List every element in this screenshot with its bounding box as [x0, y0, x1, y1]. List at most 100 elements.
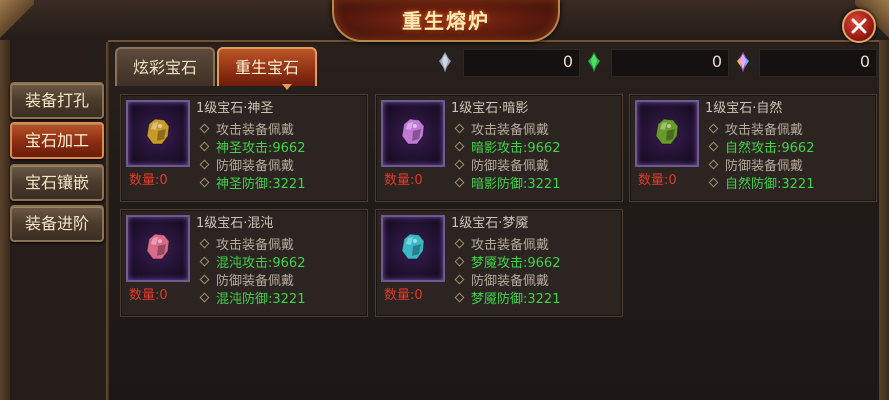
gem-icon — [146, 118, 170, 145]
rainbow-crystal-count: 0 — [859, 52, 870, 71]
gem-attack-stat: 自然攻击:9662 — [708, 137, 815, 156]
gem-equip-attack: 攻击装备佩戴 — [454, 119, 550, 138]
bullet-icon — [199, 177, 210, 188]
bullet-icon — [454, 238, 465, 249]
tab-colorful-gems[interactable]: 炫彩宝石 — [115, 47, 215, 86]
silver-crystal-icon — [439, 52, 451, 72]
gem-defense-stat: 自然防御:3221 — [708, 173, 815, 192]
gem-card[interactable]: 数量:0 1级宝石·神圣 攻击装备佩戴 神圣攻击:9662 防御装备佩戴 神圣防… — [120, 94, 368, 202]
silver-crystal-count: 0 — [562, 52, 573, 71]
bullet-icon — [454, 141, 465, 152]
gem-attack-stat-text: 梦魇攻击:9662 — [471, 256, 561, 271]
gem-defense-stat: 梦魇防御:3221 — [454, 288, 561, 307]
window-title: 重生熔炉 — [402, 9, 490, 33]
close-button[interactable] — [842, 9, 876, 43]
gem-card[interactable]: 数量:0 1级宝石·暗影 攻击装备佩戴 暗影攻击:9662 防御装备佩戴 暗影防… — [375, 94, 623, 202]
gem-name: 1级宝石·自然 — [705, 101, 783, 116]
gem-attack-stat: 神圣攻击:9662 — [199, 137, 306, 156]
gem-card[interactable]: 数量:0 1级宝石·混沌 攻击装备佩戴 混沌攻击:9662 防御装备佩戴 混沌防… — [120, 209, 368, 317]
active-tab-pointer — [282, 84, 292, 90]
bullet-icon — [199, 159, 210, 170]
gem-equip-attack-text: 攻击装备佩戴 — [471, 238, 550, 253]
gem-equip-defense: 防御装备佩戴 — [708, 155, 804, 174]
gem-defense-stat: 暗影防御:3221 — [454, 173, 561, 192]
bullet-icon — [454, 274, 465, 285]
gem-equip-attack: 攻击装备佩戴 — [708, 119, 803, 138]
gem-slot[interactable] — [126, 100, 190, 167]
gem-icon — [146, 233, 170, 260]
gem-attack-stat: 梦魇攻击:9662 — [454, 252, 561, 271]
gem-equip-attack: 攻击装备佩戴 — [199, 234, 295, 253]
gem-defense-stat-text: 梦魇防御:3221 — [471, 292, 561, 307]
gem-defense-stat: 混沌防御:3221 — [199, 288, 306, 307]
bullet-icon — [454, 177, 465, 188]
bullet-icon — [708, 141, 719, 152]
bullet-icon — [454, 292, 465, 303]
gem-equip-attack: 攻击装备佩戴 — [199, 119, 295, 138]
title-plate: 重生熔炉 — [332, 0, 560, 42]
gem-defense-stat-text: 混沌防御:3221 — [216, 292, 306, 307]
gem-name: 1级宝石·混沌 — [196, 216, 274, 231]
gem-equip-attack-text: 攻击装备佩戴 — [471, 123, 550, 138]
gem-quantity: 数量:0 — [129, 173, 168, 188]
bullet-icon — [199, 141, 210, 152]
gem-card[interactable]: 数量:0 1级宝石·梦魇 攻击装备佩戴 梦魇攻击:9662 防御装备佩戴 梦魇防… — [375, 209, 623, 317]
gem-equip-defense-text: 防御装备佩戴 — [471, 159, 550, 174]
gem-quantity: 数量:0 — [638, 173, 677, 188]
gem-slot[interactable] — [381, 215, 445, 282]
gem-attack-stat-text: 自然攻击:9662 — [725, 141, 815, 156]
left-frame — [0, 40, 10, 400]
sidebar-item-gem-inlay[interactable]: 宝石镶嵌 — [10, 164, 104, 201]
gem-slot[interactable] — [126, 215, 190, 282]
gem-equip-attack: 攻击装备佩戴 — [454, 234, 550, 253]
gem-attack-stat: 混沌攻击:9662 — [199, 252, 306, 271]
gem-quantity: 数量:0 — [384, 173, 423, 188]
bullet-icon — [708, 123, 719, 134]
gem-icon — [401, 118, 425, 145]
gem-attack-stat-text: 神圣攻击:9662 — [216, 141, 306, 156]
gem-equip-defense: 防御装备佩戴 — [454, 155, 550, 174]
gem-slot[interactable] — [635, 100, 699, 167]
gem-icon — [655, 118, 679, 145]
gem-equip-attack-text: 攻击装备佩戴 — [216, 123, 295, 138]
gem-slot[interactable] — [381, 100, 445, 167]
sidebar-item-drill[interactable]: 装备打孔 — [10, 82, 104, 119]
gem-attack-stat-text: 混沌攻击:9662 — [216, 256, 306, 271]
bullet-icon — [199, 238, 210, 249]
gem-icon — [401, 233, 425, 260]
silver-crystal-counter: 0 — [463, 49, 580, 77]
gem-defense-stat-text: 自然防御:3221 — [725, 177, 815, 192]
gem-attack-stat-text: 暗影攻击:9662 — [471, 141, 561, 156]
gem-quantity: 数量:0 — [129, 288, 168, 303]
gem-equip-defense-text: 防御装备佩戴 — [725, 159, 804, 174]
bullet-icon — [708, 177, 719, 188]
rainbow-crystal-counter: 0 — [759, 49, 877, 77]
sidebar-divider — [106, 42, 109, 400]
gem-attack-stat: 暗影攻击:9662 — [454, 137, 561, 156]
tab-rebirth-gems[interactable]: 重生宝石 — [217, 47, 317, 86]
sidebar-item-equip-advance[interactable]: 装备进阶 — [10, 205, 104, 242]
gem-equip-defense-text: 防御装备佩戴 — [216, 159, 295, 174]
rainbow-crystal-icon — [737, 52, 749, 72]
bullet-icon — [199, 256, 210, 267]
bullet-icon — [708, 159, 719, 170]
gem-equip-defense: 防御装备佩戴 — [199, 155, 295, 174]
green-crystal-count: 0 — [711, 52, 722, 71]
forge-window: 重生熔炉 装备打孔 宝石加工 宝石镶嵌 装备进阶 炫彩宝石 重生宝石 0 0 0 — [0, 0, 889, 400]
gem-equip-defense: 防御装备佩戴 — [454, 270, 550, 289]
close-icon — [851, 18, 867, 34]
sidebar-item-gem-processing[interactable]: 宝石加工 — [10, 122, 104, 159]
bullet-icon — [199, 274, 210, 285]
gem-defense-stat-text: 神圣防御:3221 — [216, 177, 306, 192]
gem-defense-stat-text: 暗影防御:3221 — [471, 177, 561, 192]
gem-equip-defense: 防御装备佩戴 — [199, 270, 294, 289]
gem-name: 1级宝石·神圣 — [196, 101, 274, 116]
green-crystal-counter: 0 — [611, 49, 729, 77]
bullet-icon — [454, 159, 465, 170]
right-frame — [879, 40, 889, 400]
gem-card[interactable]: 数量:0 1级宝石·自然 攻击装备佩戴 自然攻击:9662 防御装备佩戴 自然防… — [629, 94, 877, 202]
gem-equip-attack-text: 攻击装备佩戴 — [216, 238, 295, 253]
gem-name: 1级宝石·暗影 — [451, 101, 529, 116]
gem-defense-stat: 神圣防御:3221 — [199, 173, 306, 192]
gem-equip-defense-text: 防御装备佩戴 — [471, 274, 550, 289]
